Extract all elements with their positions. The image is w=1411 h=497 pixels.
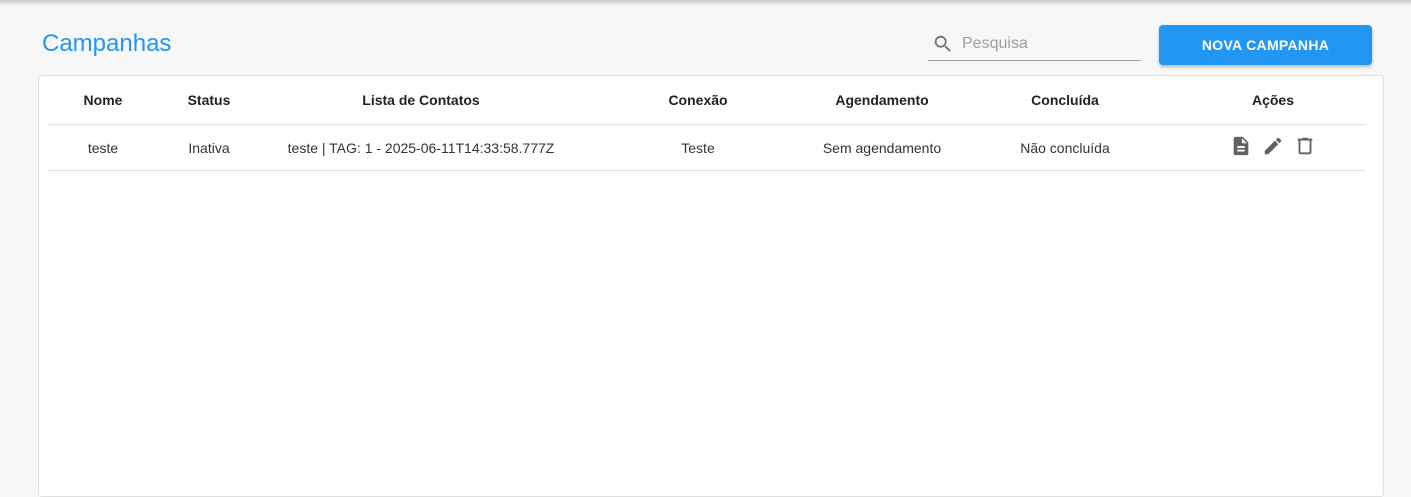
- column-header-agendamento: Agendamento: [814, 76, 950, 125]
- column-header-conexao: Conexão: [582, 76, 814, 125]
- column-header-concluida: Concluída: [950, 76, 1180, 125]
- column-header-lista-de-contatos: Lista de Contatos: [260, 76, 582, 125]
- delete-button[interactable]: [1294, 135, 1316, 157]
- delete-icon: [1297, 137, 1313, 155]
- cell-status: Inativa: [158, 124, 260, 171]
- cell-acoes: [1180, 124, 1366, 171]
- cell-concluida: Não concluída: [950, 124, 1180, 171]
- cell-agendamento: Sem agendamento: [814, 124, 950, 171]
- column-header-acoes: Ações: [1180, 76, 1366, 125]
- new-campaign-button[interactable]: NOVA CAMPANHA: [1159, 25, 1372, 65]
- report-icon: [1233, 136, 1249, 156]
- cell-lista-de-contatos: teste | TAG: 1 - 2025-06-11T14:33:58.777…: [260, 124, 582, 171]
- table-row: teste Inativa teste | TAG: 1 - 2025-06-1…: [48, 124, 1366, 171]
- cell-conexao: Teste: [582, 124, 814, 171]
- row-actions: [1230, 135, 1316, 157]
- table-header-row: Nome Status Lista de Contatos Conexão Ag…: [48, 76, 1366, 125]
- page-title: Campanhas: [42, 30, 172, 57]
- cell-nome: teste: [48, 124, 158, 171]
- column-header-status: Status: [158, 76, 260, 125]
- campaigns-table-container: Nome Status Lista de Contatos Conexão Ag…: [38, 75, 1384, 497]
- search-input[interactable]: [962, 35, 1132, 53]
- search-box: [928, 28, 1141, 61]
- edit-button[interactable]: [1262, 135, 1284, 157]
- report-button[interactable]: [1230, 135, 1252, 157]
- campaigns-table: Nome Status Lista de Contatos Conexão Ag…: [48, 76, 1366, 171]
- top-shadow: [0, 0, 1411, 6]
- column-header-nome: Nome: [48, 76, 158, 125]
- search-icon: [934, 35, 951, 52]
- edit-icon: [1264, 137, 1282, 155]
